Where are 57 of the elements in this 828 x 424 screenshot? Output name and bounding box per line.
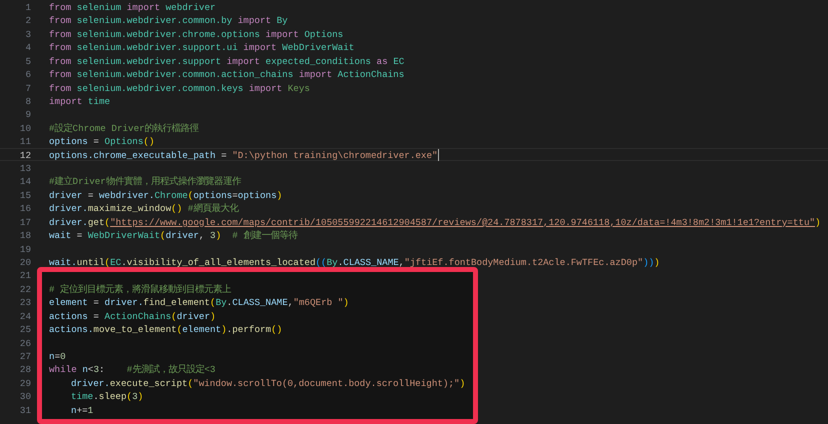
- code-line: from selenium.webdriver.support import expected_conditions as EC: [49, 54, 404, 66]
- code-line: options = Options(): [49, 135, 154, 147]
- line-number: 1: [24, 1, 31, 12]
- line-number: 30: [18, 390, 31, 402]
- line-number: 23: [18, 296, 31, 308]
- code-line: from selenium import webdriver: [49, 1, 216, 12]
- code-line: driver.maximize_window() #網頁最大化: [49, 202, 238, 214]
- line-number: 11: [18, 135, 31, 147]
- code-line: from selenium.webdriver.support.ui import WebDriverWait: [49, 41, 354, 53]
- code-line: time.sleep(3): [71, 390, 144, 402]
- code-line: from selenium.webdriver.common.action_chains import ActionChains: [49, 68, 404, 80]
- line-number: 20: [18, 256, 31, 268]
- code-line: wait.until(EC.visibility_of_all_elements_located((By.CLASS_NAME,"jftiEf.fontBodyMedium.t2Acle.FwTFEc.azD0p"))): [49, 256, 660, 268]
- line-number: 9: [24, 108, 31, 120]
- code-line: n=0: [49, 350, 66, 362]
- code-line: from selenium.webdriver.common.keys import Keys: [49, 82, 310, 93]
- line-number: 10: [18, 122, 31, 134]
- line-number: 8: [24, 94, 31, 106]
- line-number: 19: [18, 242, 31, 254]
- line-number: 17: [18, 216, 31, 228]
- code-line: from selenium.webdriver.common.by import By: [49, 14, 288, 26]
- line-number: 4: [24, 41, 31, 53]
- line-number: 6: [24, 68, 31, 80]
- code-line: while n<3: #先測試，故只設定<3: [49, 363, 216, 375]
- code-line: driver.execute_script("window.scrollTo(0,document.body.scrollHeight);"): [71, 376, 466, 388]
- code-line: actions = ActionChains(driver): [49, 310, 216, 322]
- line-number: 28: [18, 363, 31, 375]
- line-number: 22: [18, 282, 31, 294]
- code-line: #建立Driver物件實體，用程式操作瀏覽器運作: [49, 175, 241, 187]
- code-line: element = driver.find_element(By.CLASS_NAME,"m6QErb "): [49, 296, 349, 308]
- line-number: 13: [18, 162, 31, 174]
- code-line: # 定位到目標元素，將滑鼠移動到目標元素上: [49, 282, 232, 294]
- code-line: options.chrome_executable_path = "D:\python training\chromedriver.exe": [49, 148, 439, 160]
- line-number: 21: [18, 269, 31, 281]
- code-line: driver.get("https://www.google.com/maps/contrib/105055992214612904587/reviews/@24.7878317,120.9746118,10z/data=!4m3!8m2!3m1!1e1?entry=ttu"): [49, 216, 821, 228]
- line-number: 14: [18, 175, 31, 187]
- line-number: 3: [24, 28, 31, 40]
- code-line: actions.move_to_element(element).perform(): [49, 323, 282, 335]
- line-number: 26: [18, 336, 31, 348]
- line-number: 12: [18, 148, 31, 160]
- code-line: #設定Chrome Driver的執行檔路徑: [49, 122, 199, 134]
- line-number: 16: [18, 202, 31, 214]
- code-line: n+=1: [71, 404, 94, 416]
- line-number: 24: [18, 310, 31, 322]
- code-line: import time: [49, 94, 110, 106]
- line-number: 27: [18, 350, 31, 362]
- line-number: 18: [18, 229, 31, 241]
- line-number: 29: [18, 376, 31, 388]
- line-number: 5: [24, 54, 31, 66]
- line-number: 25: [18, 323, 31, 335]
- line-number: 7: [24, 82, 31, 93]
- line-number: 2: [24, 14, 31, 26]
- code-line: from selenium.webdriver.chrome.options import Options: [49, 28, 344, 40]
- code-line: wait = WebDriverWait(driver, 3) # 創建一個等待: [49, 229, 298, 241]
- line-number: 31: [18, 404, 31, 416]
- line-number: 15: [18, 188, 31, 200]
- code-line: driver = webdriver.Chrome(options=options): [49, 188, 282, 200]
